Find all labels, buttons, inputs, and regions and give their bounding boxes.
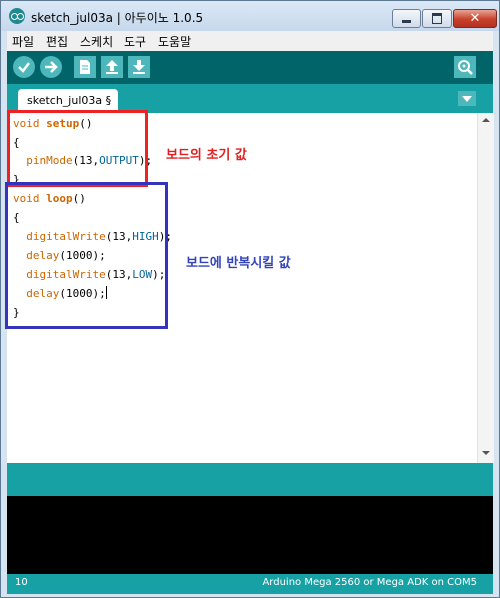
menu-tools[interactable]: 도구: [124, 33, 146, 50]
tab-label: sketch_jul03a §: [27, 94, 112, 107]
tab-menu-button[interactable]: [458, 91, 476, 106]
loop-annotation: 보드에 반복시킬 값: [186, 256, 291, 271]
menu-edit[interactable]: 편집: [46, 33, 68, 50]
window-title: sketch_jul03a | 아두이노 1.0.5: [31, 11, 204, 25]
close-icon: ✕: [469, 11, 481, 26]
minimize-button[interactable]: [392, 9, 421, 28]
menu-bar: 파일 편집 스케치 도구 도움말: [7, 31, 493, 51]
menu-file[interactable]: 파일: [12, 33, 34, 50]
title-bar[interactable]: sketch_jul03a | 아두이노 1.0.5 ✕: [1, 1, 499, 31]
verify-icon: [18, 62, 30, 73]
close-button[interactable]: ✕: [453, 9, 497, 28]
new-icon: [80, 60, 90, 74]
message-area: [7, 463, 493, 496]
save-icon: [133, 60, 145, 74]
toolbar: [7, 51, 493, 84]
status-line-number: 10: [15, 577, 28, 588]
save-button[interactable]: [128, 56, 150, 78]
loop-highlight-box: [5, 182, 168, 329]
tab-strip: sketch_jul03a §: [7, 84, 493, 113]
verify-button[interactable]: [13, 56, 35, 78]
upload-button[interactable]: [40, 56, 62, 78]
scroll-up-icon[interactable]: [482, 118, 490, 122]
menu-sketch[interactable]: 스케치: [80, 33, 113, 50]
status-bar: 10 Arduino Mega 2560 or Mega ADK on COM5: [7, 574, 493, 594]
editor-scrollbar[interactable]: [477, 113, 494, 463]
status-board-info: Arduino Mega 2560 or Mega ADK on COM5: [262, 577, 477, 588]
open-icon: [106, 60, 118, 74]
maximize-button[interactable]: [422, 9, 452, 28]
new-button[interactable]: [74, 56, 96, 78]
console-output: [7, 496, 493, 574]
setup-highlight-box: [7, 110, 148, 187]
setup-annotation: 보드의 초기 값: [166, 148, 247, 163]
upload-icon: [45, 61, 58, 73]
arduino-logo-icon: [9, 8, 25, 24]
serial-monitor-icon: [458, 60, 473, 75]
scroll-down-icon[interactable]: [482, 451, 490, 455]
open-button[interactable]: [101, 56, 123, 78]
menu-help[interactable]: 도움말: [158, 33, 191, 50]
serial-monitor-button[interactable]: [454, 56, 476, 78]
